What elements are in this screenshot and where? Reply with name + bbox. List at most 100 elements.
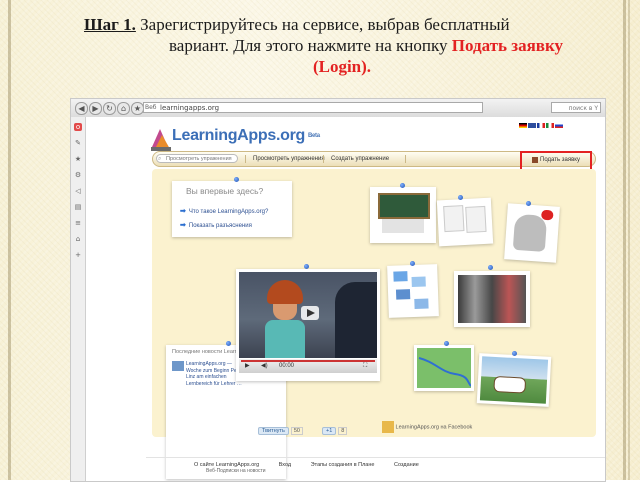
character-hair <box>267 280 303 304</box>
login-highlight-2: (Login). <box>312 57 372 76</box>
footer-link-create[interactable]: Создание <box>394 462 419 468</box>
logo-text: LearningApps.org <box>172 127 305 144</box>
video-play-icon[interactable]: ▶ <box>245 359 250 373</box>
like-count: 8 <box>338 427 348 435</box>
instruction-line-2: вариант. Для этого нажмите на кнопку Под… <box>84 35 630 56</box>
nav-separator <box>323 155 324 163</box>
step-label: Шаг 1. <box>84 15 136 34</box>
browser-sidebar: o ✎ ★ ⚙ ◁ ▤ ≡ ⌂ + <box>71 117 86 481</box>
sidebar-bookmarks-icon[interactable]: ✎ <box>74 139 82 147</box>
site-search-placeholder: Просмотреть упражнения <box>166 156 232 162</box>
footer-link-stages[interactable]: Этапы создания в Плане <box>311 462 375 468</box>
like-button-icon[interactable]: +1 <box>322 427 337 435</box>
app-thumb-portraits[interactable] <box>454 271 530 327</box>
browser-screenshot: ◀ ▶ ↻ ⌂ ★ learningapps.org Веб поиск в Y… <box>70 98 606 482</box>
app-thumb-map[interactable] <box>414 345 474 391</box>
instruction-line-2-text: вариант. Для этого нажмите на кнопку <box>168 36 452 55</box>
app-thumb-papers[interactable] <box>436 197 494 247</box>
block-icon <box>393 271 408 282</box>
river-icon <box>418 357 471 387</box>
browser-toolbar: ◀ ▶ ↻ ⌂ ★ learningapps.org Веб поиск в Y <box>71 99 605 118</box>
left-border-line <box>8 0 11 480</box>
play-triangle-icon <box>307 309 315 317</box>
block-icon <box>411 276 426 288</box>
sidebar-home-icon[interactable]: ⌂ <box>74 235 82 243</box>
block-icon <box>414 298 429 309</box>
sidebar-opera-icon[interactable]: o <box>74 123 82 131</box>
cow-icon <box>493 375 527 394</box>
character-2 <box>335 282 377 358</box>
nav-separator <box>405 155 406 163</box>
reload-icon[interactable]: ↻ <box>103 102 116 115</box>
site-footer: О сайте LearningApps.org Вход Этапы созд… <box>194 462 437 468</box>
sidebar-share-icon[interactable]: ◁ <box>74 187 82 195</box>
paper-icon <box>465 205 487 233</box>
welcome-link-explain-text: Показать разъяснения <box>188 223 252 229</box>
back-icon[interactable]: ◀ <box>75 102 88 115</box>
pin-icon <box>444 341 449 346</box>
forward-icon[interactable]: ▶ <box>89 102 102 115</box>
tweet-widget[interactable]: Твитнуть 50 <box>258 427 303 435</box>
language-flags <box>519 123 564 128</box>
slide-instruction-text: Шаг 1. Зарегистрируйтесь на сервисе, выб… <box>84 14 630 77</box>
address-bar[interactable]: learningapps.org <box>143 102 483 113</box>
tweet-count: 50 <box>290 427 303 435</box>
flag-it-icon[interactable] <box>546 123 554 128</box>
welcome-card: Вы впервые здесь? ➡ Что такое LearningApp… <box>172 181 292 237</box>
video-time: 00:00 <box>279 363 295 369</box>
flag-fr-icon[interactable] <box>537 123 545 128</box>
flag-de-icon[interactable] <box>519 123 527 128</box>
news-footer[interactable]: Веб-Подписки на новости <box>206 468 266 474</box>
like-widget[interactable]: +1 8 <box>322 427 348 435</box>
site-search-input[interactable]: ⌕ Просмотреть упражнения <box>156 154 238 163</box>
sidebar-add-icon[interactable]: + <box>74 251 82 259</box>
pin-icon <box>304 264 309 269</box>
welcome-link-what-is[interactable]: ➡ Что такое LearningApps.org? <box>180 207 268 215</box>
tweet-button[interactable]: Твитнуть <box>258 427 289 435</box>
pin-icon <box>458 195 463 200</box>
pin-icon <box>488 265 493 270</box>
welcome-link-what-is-text: Что такое LearningApps.org? <box>188 209 269 215</box>
learningapps-page: LearningApps.org Beta ⌕ Просмотреть упражн… <box>86 117 605 481</box>
app-thumb-quiz[interactable] <box>370 187 436 243</box>
thumb-bar <box>382 219 424 233</box>
arrow-icon: ➡ <box>180 222 186 229</box>
site-logo[interactable]: LearningApps.org Beta <box>172 127 320 145</box>
video-frame <box>239 272 377 358</box>
facebook-box[interactable]: LearningApps.org на Facebook <box>382 421 472 433</box>
browser-search-field[interactable]: поиск в Y <box>551 102 601 113</box>
welcome-link-explain[interactable]: ➡ Показать разъяснения <box>180 221 252 229</box>
arrow-icon: ➡ <box>180 208 186 215</box>
video-controls: ▶ ◀) 00:00 ⛶ <box>239 359 377 373</box>
pin-icon <box>410 261 415 266</box>
nav-create-exercise[interactable]: Создать упражнение <box>331 152 389 166</box>
elephant-icon <box>512 213 548 252</box>
sidebar-star-icon[interactable]: ★ <box>74 155 82 163</box>
instruction-line-1: Зарегистрируйтесь на сервисе, выбрав бес… <box>135 15 510 34</box>
flag-en-icon[interactable] <box>528 123 536 128</box>
video-volume-icon[interactable]: ◀) <box>261 359 268 373</box>
news-icon <box>172 361 184 371</box>
pin-icon <box>226 341 231 346</box>
intro-video[interactable]: ▶ ◀) 00:00 ⛶ <box>236 269 380 381</box>
app-icon <box>382 421 394 433</box>
sidebar-gear-icon[interactable]: ⚙ <box>74 171 82 179</box>
login-highlight: Подать заявку <box>451 36 564 55</box>
block-icon <box>395 289 411 300</box>
app-thumb-blocks[interactable] <box>387 264 439 318</box>
flag-ru-icon[interactable] <box>555 123 563 128</box>
paper-icon <box>443 205 465 233</box>
home-icon[interactable]: ⌂ <box>117 102 130 115</box>
sidebar-notes-icon[interactable]: ▤ <box>74 203 82 211</box>
app-thumb-cow[interactable] <box>476 353 552 407</box>
pin-icon <box>234 177 239 182</box>
search-icon: ⌕ <box>158 156 162 162</box>
footer-link-about[interactable]: О сайте LearningApps.org <box>194 462 259 468</box>
pin-icon <box>512 351 517 356</box>
character-body <box>265 320 305 358</box>
video-fullscreen-icon[interactable]: ⛶ <box>363 359 367 373</box>
footer-link-login[interactable]: Вход <box>279 462 291 468</box>
nav-browse-exercises[interactable]: Просмотреть упражнения <box>253 152 325 166</box>
sidebar-list-icon[interactable]: ≡ <box>74 219 82 227</box>
app-thumb-elephant[interactable] <box>504 203 560 263</box>
